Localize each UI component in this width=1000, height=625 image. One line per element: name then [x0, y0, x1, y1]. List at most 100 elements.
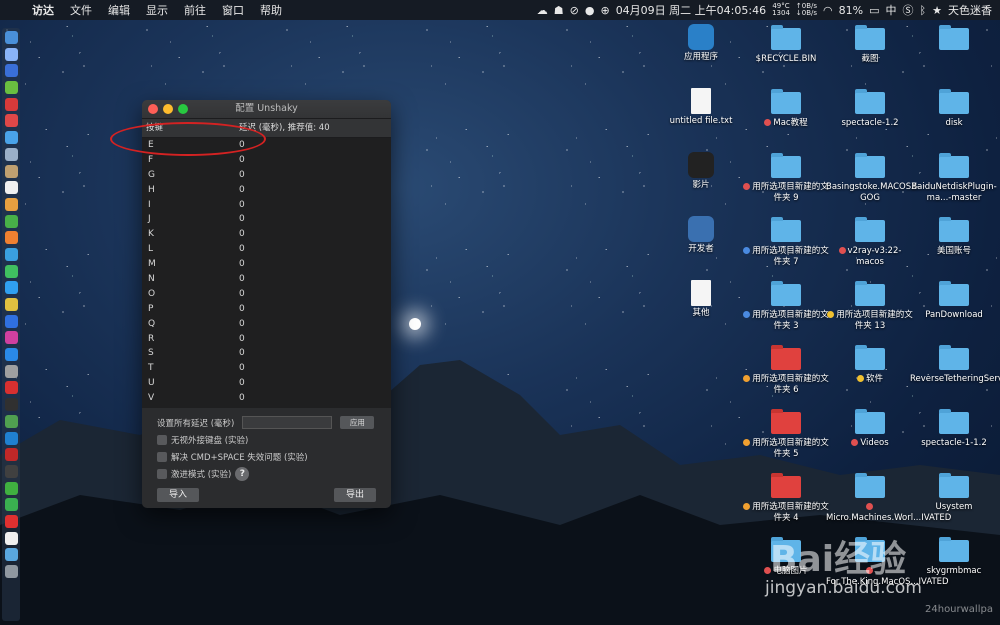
delay-cell[interactable]: 0 [239, 332, 245, 347]
temp-fan-readout[interactable]: 49°C 1304 [772, 3, 790, 17]
table-row[interactable]: V0 [142, 391, 391, 406]
desktop-item-recycle[interactable]: $RECYCLE.BIN [742, 25, 830, 65]
titlebar[interactable]: 配置 Unshaky [142, 100, 391, 119]
desktop-item-basingstoke[interactable]: Basingstoke.MACOSX-GOG [826, 153, 920, 204]
chrome-icon[interactable] [4, 231, 18, 245]
app-blue2-icon[interactable] [4, 281, 18, 295]
delay-cell[interactable]: 0 [239, 391, 245, 406]
desktop-item-folder-4[interactable]: 用所选项目新建的文件夹 4 [742, 473, 830, 524]
key-delay-table[interactable]: E0 F0 G0 H0 I0 J0 K0 L0 M0 N0 O0 P0 Q0 R… [142, 138, 391, 408]
app-blue4-icon[interactable] [4, 431, 18, 445]
import-button[interactable]: 导入 [157, 488, 199, 502]
desktop-item-movies[interactable]: 影片 [657, 152, 745, 191]
settings-icon[interactable] [4, 364, 18, 378]
delay-cell[interactable]: 0 [239, 168, 245, 183]
finder-icon[interactable] [4, 31, 18, 44]
android-icon[interactable] [4, 81, 18, 95]
calendar-icon[interactable] [4, 181, 18, 195]
minimize-button[interactable] [163, 104, 173, 114]
desktop-item-screenshots[interactable]: 截图 [826, 25, 914, 65]
app-red2-icon[interactable] [4, 114, 18, 128]
close-button[interactable] [148, 104, 158, 114]
delay-cell[interactable]: 0 [239, 212, 245, 227]
app-orange-icon[interactable] [4, 197, 18, 211]
s-app-icon[interactable]: Ⓢ [903, 2, 914, 18]
table-row[interactable]: M0 [142, 257, 391, 272]
desktop-item-other[interactable]: 其他 [657, 280, 745, 319]
desktop-item-pandownload[interactable]: PanDownload [910, 281, 998, 321]
app-green3-icon[interactable] [4, 498, 18, 512]
table-row[interactable]: P0 [142, 302, 391, 317]
delay-cell[interactable]: 0 [239, 153, 245, 168]
all-delay-input[interactable] [242, 416, 333, 429]
delay-cell[interactable]: 0 [239, 198, 245, 213]
cloud-icon[interactable]: ☁ [537, 4, 548, 17]
desktop-item-folder-6[interactable]: 用所选项目新建的文件夹 6 [742, 345, 830, 396]
folder-icon[interactable] [4, 548, 18, 562]
table-row[interactable]: H0 [142, 183, 391, 198]
table-row[interactable]: K0 [142, 227, 391, 242]
table-row[interactable]: J0 [142, 212, 391, 227]
delay-cell[interactable]: 0 [239, 242, 245, 257]
help-button[interactable]: ? [235, 466, 250, 481]
delay-cell[interactable]: 0 [239, 361, 245, 376]
app-dark-icon[interactable] [4, 464, 18, 478]
table-row[interactable]: Q0 [142, 317, 391, 332]
table-row[interactable]: I0 [142, 198, 391, 213]
app-green2-icon[interactable] [4, 414, 18, 428]
desktop-item-us-account[interactable]: 美国账号 [910, 217, 998, 257]
delay-cell[interactable]: 0 [239, 183, 245, 198]
table-row[interactable]: T0 [142, 361, 391, 376]
battery-percent[interactable]: 81% [839, 4, 863, 17]
table-row[interactable]: U0 [142, 376, 391, 391]
appstore-icon[interactable] [4, 348, 18, 362]
app-red-icon[interactable] [4, 97, 18, 111]
menu-go[interactable]: 前往 [176, 2, 214, 18]
datetime-label[interactable]: 04月09日 周二 上午04:05:46 [616, 2, 766, 18]
table-row[interactable]: R0 [142, 332, 391, 347]
option-ignore-external-keyboard[interactable]: 无视外接键盘 (实验) [142, 431, 391, 448]
star-icon[interactable]: ★ [932, 4, 942, 17]
desktop-item-untitled[interactable]: untitled file.txt [657, 88, 745, 127]
option-fix-cmd-space[interactable]: 解决 CMD+SPACE 失效问题 (实验) [142, 448, 391, 465]
wechat-icon[interactable] [4, 481, 18, 495]
desktop-item-spectacle-1[interactable]: spectacle-1-1.2 [910, 409, 998, 449]
desktop-item-reversetethering[interactable]: ReverseTetheringServer_1.2.0 [910, 345, 1000, 385]
desktop-item-spectacle[interactable]: spectacle-1.2 [826, 89, 914, 129]
terminal-icon[interactable] [4, 398, 18, 412]
desktop-item-videos[interactable]: Videos [826, 409, 914, 449]
ghost-icon[interactable]: ☗ [554, 4, 564, 17]
launchpad-icon[interactable] [4, 47, 18, 61]
desktop-item-folder-5[interactable]: 用所选项目新建的文件夹 5 [742, 409, 830, 460]
desktop-item-v2ray[interactable]: v2ray-v3.22-macos [826, 217, 914, 268]
app-gray-icon[interactable] [4, 147, 18, 161]
desktop-item-usystem[interactable]: Usystem [910, 473, 998, 513]
table-row[interactable]: G0 [142, 168, 391, 183]
desktop-item-folder[interactable] [910, 25, 998, 54]
desktop-item-disk[interactable]: disk [910, 89, 998, 129]
delay-cell[interactable]: 0 [239, 317, 245, 332]
globe-icon[interactable]: ⊕ [600, 4, 609, 17]
app-blue-icon[interactable] [4, 131, 18, 145]
desktop-item-applications[interactable]: 应用程序 [657, 24, 745, 63]
desktop-item-folder-13[interactable]: 用所选项目新建的文件夹 13 [826, 281, 914, 332]
checkbox[interactable] [157, 468, 167, 479]
weibo-icon[interactable] [4, 514, 18, 528]
chat-icon[interactable]: ● [585, 4, 595, 17]
delay-cell[interactable]: 0 [239, 227, 245, 242]
compass-icon[interactable]: ⊘ [570, 4, 579, 17]
table-row[interactable]: L0 [142, 242, 391, 257]
delay-cell[interactable]: 0 [239, 302, 245, 317]
app-cyan-icon[interactable] [4, 247, 18, 261]
desktop-item-folder-7[interactable]: 用所选项目新建的文件夹 7 [742, 217, 830, 268]
desktop-item-baidunetdisk[interactable]: BaiduNetdiskPlugin-ma...-master [910, 153, 998, 204]
delay-cell[interactable]: 0 [239, 272, 245, 287]
menu-finder[interactable]: 访达 [24, 2, 62, 18]
table-row[interactable]: S0 [142, 346, 391, 361]
menu-file[interactable]: 文件 [62, 2, 100, 18]
app-green-icon[interactable] [4, 214, 18, 228]
yandex-icon[interactable] [4, 448, 18, 462]
delay-cell[interactable]: 0 [239, 257, 245, 272]
menu-edit[interactable]: 编辑 [100, 2, 138, 18]
menu-help[interactable]: 帮助 [252, 2, 290, 18]
